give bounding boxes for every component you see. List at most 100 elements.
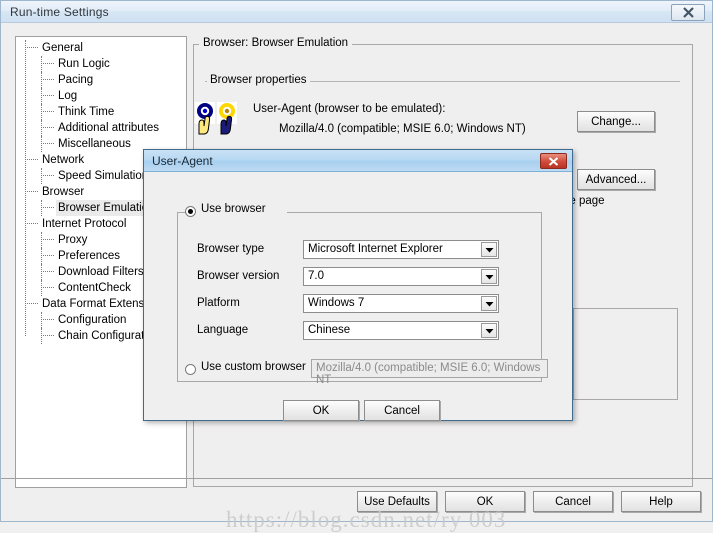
tree-child-spine xyxy=(41,264,42,280)
field-dropdown-3[interactable]: Chinese xyxy=(303,321,499,340)
tree-item-label: Data Format Extension xyxy=(42,298,160,310)
use-browser-group-right xyxy=(541,212,542,382)
window-close-button[interactable] xyxy=(671,4,705,21)
tree-elbow-icon xyxy=(25,47,38,48)
tree-elbow-icon xyxy=(41,207,54,208)
tree-item-label: Pacing xyxy=(58,74,94,86)
tree-elbow-icon xyxy=(41,239,54,240)
tree-child-spine xyxy=(41,120,42,136)
tree-child-spine xyxy=(41,280,42,296)
tree-item-label: Think Time xyxy=(58,106,115,118)
chevron-down-icon[interactable] xyxy=(481,242,497,257)
field-value-2: Windows 7 xyxy=(308,297,365,309)
tree-child-spine xyxy=(41,168,42,184)
cancel-button[interactable]: Cancel xyxy=(533,491,613,512)
tree-child-spine xyxy=(41,248,42,264)
tree-item-label: Browser Emulation xyxy=(56,200,157,216)
tree-elbow-icon xyxy=(41,95,54,96)
tree-child-spine xyxy=(41,136,42,152)
tree-elbow-icon xyxy=(41,335,54,336)
use-custom-browser-label: Use custom browser xyxy=(201,361,306,373)
advanced-button[interactable]: Advanced... xyxy=(577,169,655,190)
tree-item-label: Proxy xyxy=(58,234,88,246)
tree-elbow-icon xyxy=(41,127,54,128)
tree-elbow-icon xyxy=(41,287,54,288)
tree-child-spine xyxy=(41,56,42,72)
dialog-ok-button[interactable]: OK xyxy=(283,400,359,421)
tree-item-think-time[interactable]: Think Time xyxy=(16,104,186,120)
dialog-title: User-Agent xyxy=(152,154,213,168)
tree-item-label: Miscellaneous xyxy=(58,138,131,150)
tree-item-label: Download Filters xyxy=(58,266,144,278)
tree-item-label: Preferences xyxy=(58,250,121,262)
group-right-rule xyxy=(692,44,693,487)
tree-item-general[interactable]: General xyxy=(16,40,186,56)
use-custom-browser-radio[interactable] xyxy=(185,364,196,375)
ok-button[interactable]: OK xyxy=(445,491,525,512)
use-defaults-button[interactable]: Use Defaults xyxy=(357,491,437,512)
tree-elbow-icon xyxy=(41,175,54,176)
tree-item-label: Network xyxy=(42,154,85,166)
tree-child-spine xyxy=(41,88,42,104)
tree-item-label: General xyxy=(42,42,83,54)
dialog-cancel-button[interactable]: Cancel xyxy=(364,400,440,421)
tree-child-spine xyxy=(41,72,42,88)
field-dropdown-1[interactable]: 7.0 xyxy=(303,267,499,286)
tree-child-spine xyxy=(41,312,42,328)
custom-browser-input[interactable]: Mozilla/4.0 (compatible; MSIE 6.0; Windo… xyxy=(311,359,548,386)
tree-item-label: Internet Protocol xyxy=(42,218,127,230)
occluded-empty-box xyxy=(573,308,678,400)
tree-elbow-icon xyxy=(25,303,38,304)
tree-item-label: Additional attributes xyxy=(58,122,160,134)
tree-item-label: Speed Simulation xyxy=(58,170,149,182)
field-dropdown-0[interactable]: Microsoft Internet Explorer xyxy=(303,240,499,259)
tree-item-additional-attributes[interactable]: Additional attributes xyxy=(16,120,186,136)
user-agent-dialog: User-Agent Use browser Browser type Micro xyxy=(143,149,573,421)
field-label-0: Browser type xyxy=(197,243,265,255)
tree-item-pacing[interactable]: Pacing xyxy=(16,72,186,88)
use-browser-group-top-right xyxy=(287,212,542,213)
group-bottom-rule xyxy=(193,486,693,487)
custom-browser-value: Mozilla/4.0 (compatible; MSIE 6.0; Windo… xyxy=(316,362,541,386)
tree-item-label: ContentCheck xyxy=(58,282,131,294)
tree-item-label: Run Logic xyxy=(58,58,110,70)
field-dropdown-2[interactable]: Windows 7 xyxy=(303,294,499,313)
window-titlebar: Run-time Settings xyxy=(1,1,712,23)
tree-elbow-icon xyxy=(25,191,38,192)
tree-elbow-icon xyxy=(41,143,54,144)
window-body: General Run Logic Pacing Log Think Time Addit… xyxy=(1,23,712,532)
tree-elbow-icon xyxy=(41,255,54,256)
help-button[interactable]: Help xyxy=(621,491,701,512)
footer-separator xyxy=(1,478,712,479)
close-x-icon xyxy=(548,156,559,166)
tree-item-run-logic[interactable]: Run Logic xyxy=(16,56,186,72)
field-label-1: Browser version xyxy=(197,270,280,282)
tree-item-log[interactable]: Log xyxy=(16,88,186,104)
tree-elbow-icon xyxy=(41,63,54,64)
runtime-settings-window: Run-time Settings General Run Logic Pacing… xyxy=(0,0,713,532)
tree-elbow-icon xyxy=(41,319,54,320)
change-button[interactable]: Change... xyxy=(577,111,655,132)
dialog-close-button[interactable] xyxy=(540,153,567,169)
tree-child-spine xyxy=(41,200,42,216)
browser-emulation-icon xyxy=(195,102,239,136)
field-value-3: Chinese xyxy=(308,324,351,336)
tree-item-label: Configuration xyxy=(58,314,127,326)
user-agent-label: User-Agent (browser to be emulated): xyxy=(253,103,446,115)
tree-elbow-icon xyxy=(41,79,54,80)
dialog-titlebar: User-Agent xyxy=(144,150,572,172)
tree-elbow-icon xyxy=(41,111,54,112)
tree-elbow-icon xyxy=(41,271,54,272)
use-browser-group-left xyxy=(177,212,178,382)
use-browser-radio[interactable] xyxy=(185,206,196,217)
chevron-down-icon[interactable] xyxy=(481,323,497,338)
chevron-down-icon[interactable] xyxy=(481,269,497,284)
use-browser-label: Use browser xyxy=(201,203,266,215)
tree-elbow-icon xyxy=(25,159,38,160)
chevron-down-icon[interactable] xyxy=(481,296,497,311)
field-label-2: Platform xyxy=(197,297,240,309)
field-value-1: 7.0 xyxy=(308,270,324,282)
radio-dot-icon xyxy=(188,209,193,214)
close-x-icon xyxy=(682,7,694,18)
tree-child-spine xyxy=(41,328,42,344)
